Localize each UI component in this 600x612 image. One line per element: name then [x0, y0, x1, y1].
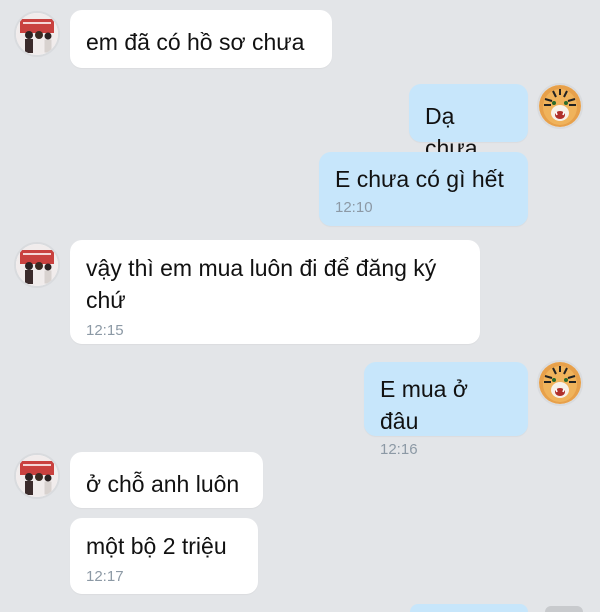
- message-text: ở chỗ anh luôn: [86, 471, 240, 497]
- message-bubble[interactable]: một bộ 2 triệu 12:17: [70, 518, 258, 594]
- message-bubble-partial[interactable]: [410, 604, 528, 612]
- contact-avatar[interactable]: [14, 453, 60, 499]
- message-time: 12:16: [380, 441, 418, 458]
- message-text: E chưa có gì hết: [335, 166, 504, 192]
- contact-avatar[interactable]: [14, 242, 60, 288]
- tiger-icon: [539, 362, 581, 404]
- message-time: 12:10: [335, 199, 373, 216]
- tiger-icon: [539, 85, 581, 127]
- message-time: 12:17: [86, 568, 124, 585]
- message-bubble[interactable]: E mua ở đâu 12:16: [364, 362, 528, 458]
- message-bubble[interactable]: Dạ chưa: [409, 84, 528, 161]
- message-bubble[interactable]: vậy thì em mua luôn đi để đăng ký chứ 12…: [70, 240, 480, 344]
- self-avatar[interactable]: [537, 360, 583, 406]
- message-bubble[interactable]: E chưa có gì hết 12:10: [319, 152, 528, 226]
- message-text: một bộ 2 triệu: [86, 533, 227, 559]
- message-text: E mua ở đâu: [380, 376, 468, 434]
- group-photo-icon: [16, 455, 58, 497]
- group-photo-icon: [16, 13, 58, 55]
- self-avatar-partial: [545, 606, 583, 612]
- message-bubble[interactable]: em đã có hồ sơ chưa: [70, 10, 332, 68]
- contact-avatar[interactable]: [14, 11, 60, 57]
- chat-thread: em đã có hồ sơ chưa Dạ chưa E chưa có gì…: [0, 0, 600, 612]
- message-text: em đã có hồ sơ chưa: [86, 29, 305, 55]
- message-time: 12:15: [86, 322, 124, 339]
- group-photo-icon: [16, 244, 58, 286]
- message-text: vậy thì em mua luôn đi để đăng ký chứ: [86, 255, 437, 313]
- self-avatar[interactable]: [537, 83, 583, 129]
- message-bubble[interactable]: ở chỗ anh luôn: [70, 452, 263, 508]
